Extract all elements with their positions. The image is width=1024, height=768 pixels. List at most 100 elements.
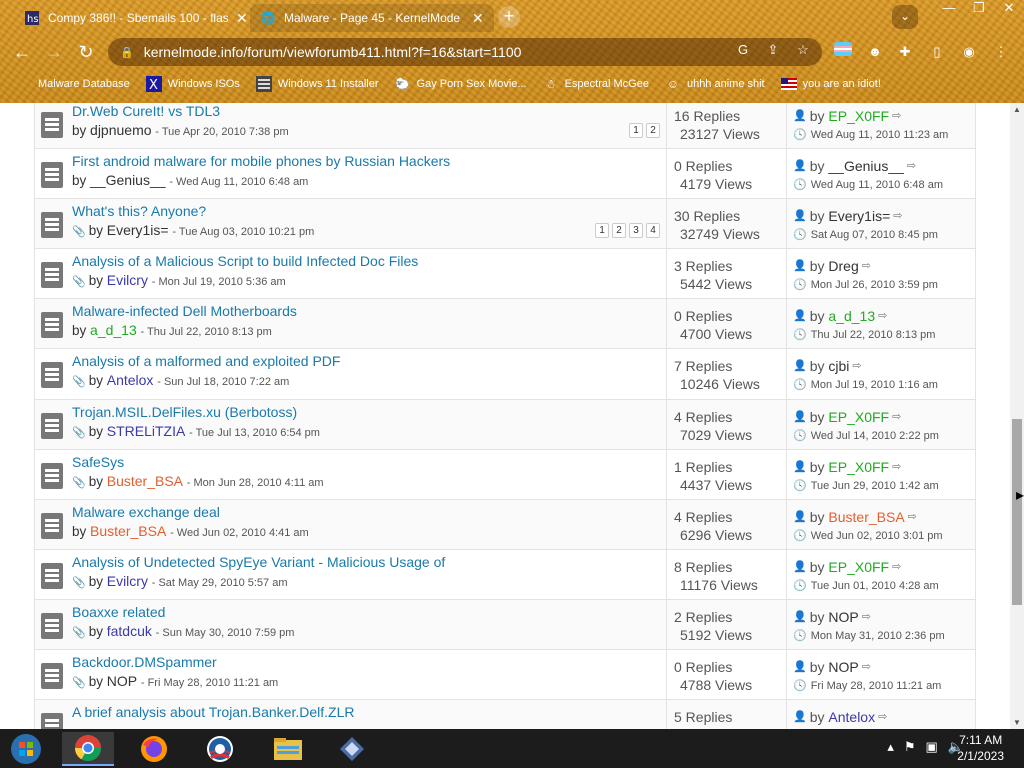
topic-title-link[interactable]: Analysis of a malformed and exploited PD… — [72, 353, 340, 369]
app-diamond-icon[interactable] — [326, 732, 378, 766]
topic-title-link[interactable]: Backdoor.DMSpammer — [72, 654, 217, 670]
bookmark-malware-database[interactable]: Malware Database — [38, 78, 130, 90]
author-link[interactable]: Antelox — [107, 372, 154, 388]
last-poster-link[interactable]: EP_X0FF — [828, 107, 889, 125]
topic-title-link[interactable]: Analysis of Undetected SpyEye Variant - … — [72, 554, 445, 570]
author-link[interactable]: Evilcry — [107, 272, 148, 288]
bookmark-espectral-mcgee[interactable]: ☃ Espectral McGee — [543, 76, 649, 92]
google-icon[interactable]: G — [734, 42, 752, 58]
scroll-down-icon[interactable]: ▼ — [1013, 718, 1021, 727]
reload-icon[interactable]: ↻ — [74, 41, 98, 65]
goto-last-post-icon[interactable]: ⇨ — [908, 508, 917, 526]
chrome-icon[interactable] — [62, 732, 114, 766]
author-link[interactable]: fatdcuk — [107, 623, 152, 639]
star-icon[interactable]: ☆ — [794, 42, 812, 58]
tab-search-button[interactable]: ⌄ — [892, 5, 918, 29]
last-poster-link[interactable]: a_d_13 — [828, 307, 875, 325]
last-poster-link[interactable]: EP_X0FF — [828, 458, 889, 476]
goto-last-post-icon[interactable]: ⇨ — [893, 207, 902, 225]
author-link[interactable]: STRELiTZIA — [107, 423, 186, 439]
page-link[interactable]: 4 — [646, 223, 660, 239]
flag-extension-icon[interactable] — [832, 41, 854, 63]
forward-arrow-icon[interactable]: → — [42, 41, 66, 65]
goto-last-post-icon[interactable]: ⇨ — [892, 107, 901, 125]
topic-title-link[interactable]: SafeSys — [72, 454, 124, 470]
restore-icon[interactable]: ❐ — [964, 0, 994, 20]
puzzle-icon[interactable]: ✚ — [894, 41, 916, 63]
sidepanel-icon[interactable]: ▯ — [926, 41, 948, 63]
network-icon[interactable]: ▣ — [926, 739, 938, 755]
last-poster-link[interactable]: NOP — [828, 608, 858, 626]
close-window-icon[interactable]: ✕ — [994, 0, 1024, 20]
goto-last-post-icon[interactable]: ⇨ — [862, 608, 871, 626]
vertical-scrollbar[interactable]: ▲ ▼ — [1010, 103, 1024, 729]
file-explorer-icon[interactable] — [262, 732, 314, 766]
menu-icon[interactable]: ⋮ — [990, 41, 1012, 63]
author-link[interactable]: Evilcry — [107, 573, 148, 589]
last-poster-link[interactable]: EP_X0FF — [828, 558, 889, 576]
account-icon[interactable]: ◉ — [958, 41, 980, 63]
new-tab-button[interactable]: + — [498, 6, 520, 28]
author-link[interactable]: NOP — [107, 673, 137, 689]
bookmark-windows-isos[interactable]: X Windows ISOs — [145, 76, 240, 92]
scrollbar-thumb[interactable] — [1012, 419, 1022, 605]
goto-last-post-icon[interactable]: ⇨ — [878, 708, 887, 726]
topic-title-link[interactable]: Analysis of a Malicious Script to build … — [72, 253, 418, 269]
last-poster-link[interactable]: Every1is= — [828, 207, 890, 225]
last-poster-link[interactable]: Antelox — [828, 708, 875, 726]
profile-extension-icon[interactable]: ☻ — [864, 41, 886, 63]
author-link[interactable]: __Genius__ — [90, 172, 166, 188]
author-link[interactable]: djpnuemo — [90, 122, 152, 138]
last-poster-link[interactable]: NOP — [828, 658, 858, 676]
topic-title-link[interactable]: Dr.Web CureIt! vs TDL3 — [72, 103, 220, 119]
close-icon[interactable]: ✕ — [236, 10, 248, 27]
last-poster-link[interactable]: Buster_BSA — [828, 508, 904, 526]
page-link[interactable]: 2 — [612, 223, 626, 239]
back-arrow-icon[interactable]: ← — [10, 41, 34, 65]
page-link[interactable]: 3 — [629, 223, 643, 239]
tab-kernelmode[interactable]: 🌐 Malware - Page 45 - KernelMode ✕ — [250, 4, 494, 32]
page-link[interactable]: 1 — [629, 123, 643, 138]
author-link[interactable]: Buster_BSA — [90, 523, 166, 539]
goto-last-post-icon[interactable]: ⇨ — [852, 357, 861, 375]
topic-title-link[interactable]: Trojan.MSIL.DelFiles.xu (Berbotoss) — [72, 404, 297, 420]
goto-last-post-icon[interactable]: ⇨ — [862, 658, 871, 676]
topic-title-link[interactable]: A brief analysis about Trojan.Banker.Del… — [72, 704, 354, 720]
topic-title-link[interactable]: What's this? Anyone? — [72, 203, 206, 219]
firefox-icon[interactable] — [128, 732, 180, 766]
author-link[interactable]: Every1is= — [107, 222, 169, 238]
bookmark-sheep[interactable]: 🐑 Gay Porn Sex Movie... — [395, 76, 527, 92]
start-orb-icon[interactable] — [0, 732, 52, 766]
clock[interactable]: 7:11 AM 2/1/2023 — [957, 732, 1004, 764]
scroll-up-icon[interactable]: ▲ — [1013, 105, 1021, 114]
tab-compy[interactable]: hs Compy 386!! - Sbemails 100 - flash ✕ — [14, 4, 258, 32]
page-link[interactable]: 2 — [646, 123, 660, 138]
last-poster-link[interactable]: EP_X0FF — [828, 408, 889, 426]
bookmark-windows-11-installer[interactable]: Windows 11 Installer — [255, 76, 379, 92]
close-icon[interactable]: ✕ — [472, 10, 484, 27]
topic-title-link[interactable]: Malware-infected Dell Motherboards — [72, 303, 297, 319]
author-link[interactable]: Buster_BSA — [107, 473, 183, 489]
page-link[interactable]: 1 — [595, 223, 609, 239]
share-icon[interactable]: ⇪ — [764, 42, 782, 58]
topic-title-link[interactable]: Boaxxe related — [72, 604, 165, 620]
minimize-icon[interactable]: — — [934, 0, 964, 20]
bookmark-you-are-an-idiot[interactable]: you are an idiot! — [780, 76, 881, 92]
last-poster-link[interactable]: __Genius__ — [828, 157, 904, 175]
flag-tray-icon[interactable]: ⚑ — [904, 739, 916, 755]
goto-last-post-icon[interactable]: ⇨ — [892, 558, 901, 576]
last-poster-link[interactable]: cjbi — [828, 357, 849, 375]
address-bar[interactable]: 🔒 kernelmode.info/forum/viewforumb411.ht… — [108, 38, 822, 66]
topic-title-link[interactable]: Malware exchange deal — [72, 504, 220, 520]
chevron-up-icon[interactable]: ▴ — [887, 739, 894, 755]
topic-title-link[interactable]: First android malware for mobile phones … — [72, 153, 450, 169]
goto-last-post-icon[interactable]: ⇨ — [907, 157, 916, 175]
goto-last-post-icon[interactable]: ⇨ — [892, 458, 901, 476]
goto-last-post-icon[interactable]: ⇨ — [862, 257, 871, 275]
goto-last-post-icon[interactable]: ⇨ — [878, 307, 887, 325]
goto-last-post-icon[interactable]: ⇨ — [892, 408, 901, 426]
last-poster-link[interactable]: Dreg — [828, 257, 858, 275]
bookmark-anime[interactable]: ☺ uhhh anime shit — [665, 76, 765, 92]
obama-logo-icon[interactable] — [194, 732, 246, 766]
author-link[interactable]: a_d_13 — [90, 322, 137, 338]
